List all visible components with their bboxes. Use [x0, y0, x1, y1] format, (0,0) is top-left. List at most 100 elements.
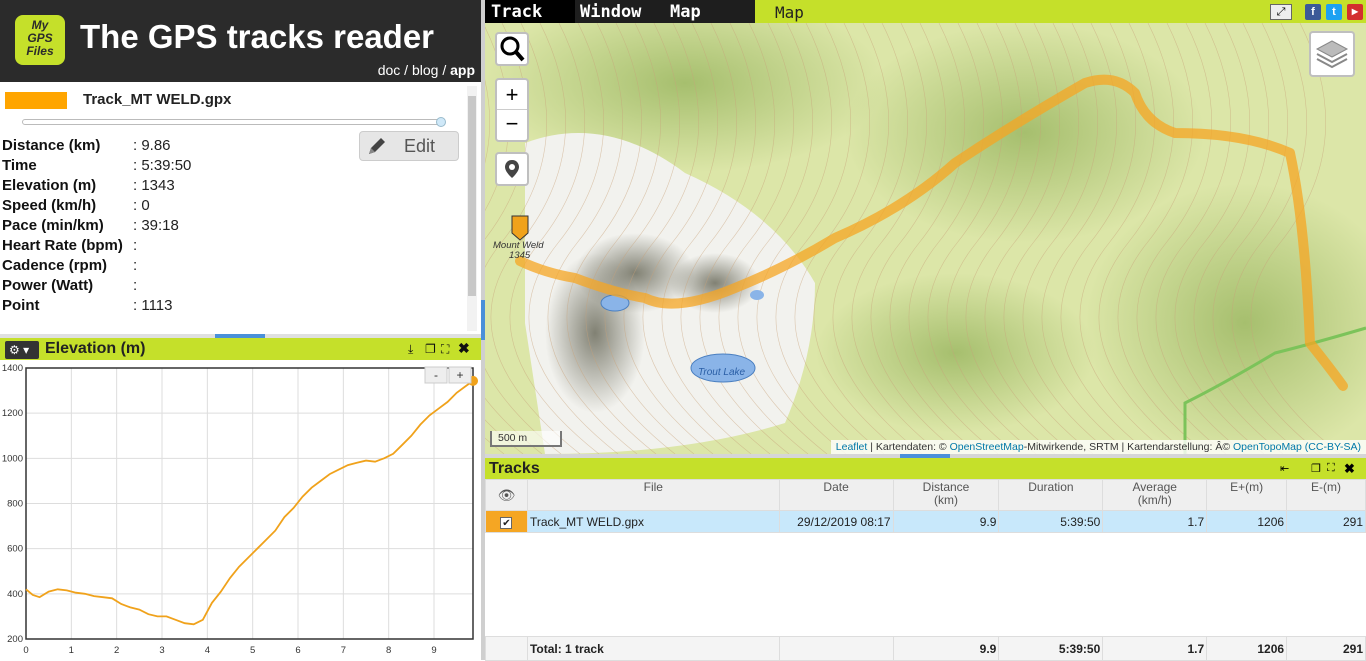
- collapse-icon[interactable]: ⇤: [1280, 462, 1289, 475]
- menu-track[interactable]: Track: [485, 0, 575, 23]
- layers-button[interactable]: [1309, 31, 1355, 77]
- track-file-name: Track_MT WELD.gpx: [83, 91, 232, 108]
- track-visible-checkbox[interactable]: ✔: [500, 516, 513, 529]
- header-line: Distance: [922, 480, 970, 494]
- cell-duration: 5:39:50: [998, 510, 1104, 533]
- app-logo[interactable]: My GPS Files: [15, 15, 65, 65]
- top-nav: doc / blog / app: [378, 62, 475, 78]
- stat-value: : 5:39:50: [133, 157, 192, 174]
- map-canvas[interactable]: Trout Lake Mount Weld 1345: [485, 23, 1366, 454]
- fullscreen-icon[interactable]: ⤢: [1270, 4, 1292, 20]
- total-duration: 5:39:50: [998, 636, 1104, 661]
- stat-value: :: [133, 237, 138, 254]
- column-header-distance[interactable]: Distance (km): [892, 479, 1000, 511]
- x-tick-label: 4: [205, 645, 210, 656]
- download-icon[interactable]: ⤓: [408, 342, 413, 357]
- search-button[interactable]: [495, 32, 529, 66]
- stat-label: Cadence (rpm): [2, 257, 108, 274]
- track-position-slider[interactable]: [22, 119, 444, 125]
- y-tick-label: 200: [7, 634, 23, 645]
- facebook-icon[interactable]: f: [1305, 4, 1321, 20]
- column-header-date[interactable]: Date: [778, 479, 894, 511]
- total-e-plus: 1206: [1206, 636, 1288, 661]
- pond: [750, 290, 764, 300]
- attribution-text: | Kartendaten: ©: [867, 441, 950, 453]
- map-zoom-in-button[interactable]: +: [497, 80, 527, 110]
- popout-icon[interactable]: ❐: [425, 342, 436, 356]
- stat-value: : 0: [133, 197, 150, 214]
- cell-date: 29/12/2019 08:17: [778, 510, 894, 533]
- header-line: File: [643, 480, 663, 494]
- column-header-duration[interactable]: Duration: [998, 479, 1104, 511]
- map-zoom-out-button[interactable]: −: [497, 110, 527, 140]
- x-tick-label: 7: [341, 645, 346, 656]
- locate-button[interactable]: [495, 152, 529, 186]
- twitter-icon[interactable]: t: [1326, 4, 1342, 20]
- y-tick-label: 1000: [2, 453, 23, 464]
- tracks-title: Tracks: [489, 460, 540, 477]
- header-line: E-(m): [1311, 480, 1342, 494]
- stat-label: Power (Watt): [2, 277, 94, 294]
- column-header-e-plus[interactable]: E+(m): [1206, 479, 1288, 511]
- maximize-icon[interactable]: ⛶: [1327, 462, 1335, 475]
- header-line: Duration: [1028, 480, 1074, 494]
- settings-menu-button[interactable]: ⚙ ▾: [5, 341, 39, 359]
- nav-separator: /: [400, 62, 412, 78]
- total-spacer: [485, 636, 528, 661]
- search-icon: [500, 36, 525, 62]
- cell-e-plus: 1206: [1206, 510, 1288, 533]
- x-tick-label: 6: [295, 645, 300, 656]
- stat-value: :: [133, 257, 138, 274]
- close-icon[interactable]: ✖: [458, 340, 470, 357]
- stat-value: : 1343: [133, 177, 175, 194]
- total-e-minus: 291: [1286, 636, 1366, 661]
- osm-link[interactable]: OpenStreetMap: [950, 441, 1024, 453]
- elevation-chart[interactable]: 200 400 600 800 1000 1200 1400 0 1 2 3 4 5 6 7 8 9 - +: [0, 362, 481, 660]
- x-tick-label: 1: [69, 645, 74, 656]
- slider-handle[interactable]: [436, 117, 446, 127]
- track-color-swatch[interactable]: [5, 92, 67, 109]
- column-header-file[interactable]: File: [526, 479, 780, 511]
- menu-window[interactable]: Window: [580, 2, 641, 22]
- logo-line: Files: [26, 44, 54, 58]
- nav-app-link[interactable]: app: [450, 62, 475, 78]
- header-line: Date: [823, 480, 849, 494]
- cell-file: Track_MT WELD.gpx: [526, 510, 780, 533]
- edit-button[interactable]: Edit: [359, 131, 459, 161]
- x-tick-label: 9: [431, 645, 436, 656]
- cell-e-minus: 291: [1286, 510, 1366, 533]
- zoom-control: + −: [495, 78, 529, 142]
- map-attribution: Leaflet | Kartendaten: © OpenStreetMap-M…: [830, 440, 1366, 454]
- stat-label: Heart Rate (bpm): [2, 237, 123, 254]
- x-tick-label: 3: [159, 645, 164, 656]
- x-tick-label: 8: [386, 645, 391, 656]
- edit-label: Edit: [404, 136, 436, 156]
- youtube-icon[interactable]: ▶: [1347, 4, 1363, 20]
- otm-link[interactable]: OpenTopoMap: [1233, 441, 1302, 453]
- total-date: [778, 636, 894, 661]
- maximize-icon[interactable]: ⛶: [441, 342, 449, 357]
- nav-doc-link[interactable]: doc: [378, 62, 401, 78]
- map-view[interactable]: Trout Lake Mount Weld 1345 + − Leaflet |…: [485, 23, 1366, 454]
- stat-value: : 9.86: [133, 137, 171, 154]
- stat-label: Speed (km/h): [2, 197, 97, 214]
- track-panel-scrollbar[interactable]: [467, 86, 477, 331]
- visibility-column-header[interactable]: 👁: [485, 479, 528, 511]
- track-visible-cell[interactable]: ✔: [485, 510, 528, 533]
- x-tick-label: 2: [114, 645, 119, 656]
- stat-label: Distance (km): [2, 137, 101, 154]
- menu-map[interactable]: Map: [670, 2, 701, 22]
- table-row[interactable]: ✔ Track_MT WELD.gpx 29/12/2019 08:17 9.9…: [485, 510, 1366, 533]
- stat-value: : 1113: [133, 297, 173, 314]
- license-link[interactable]: (CC-BY-SA): [1305, 441, 1361, 453]
- column-header-e-minus[interactable]: E-(m): [1286, 479, 1366, 511]
- close-icon[interactable]: ✖: [1344, 461, 1355, 477]
- popout-icon[interactable]: ❐: [1311, 462, 1321, 475]
- cell-distance: 9.9: [892, 510, 1000, 533]
- elevation-title: Elevation (m): [45, 340, 146, 357]
- nav-blog-link[interactable]: blog: [412, 62, 438, 78]
- scrollbar-thumb[interactable]: [468, 96, 476, 296]
- zoom-out-label: -: [434, 368, 438, 382]
- column-header-average[interactable]: Average (km/h): [1102, 479, 1208, 511]
- leaflet-link[interactable]: Leaflet: [836, 441, 868, 453]
